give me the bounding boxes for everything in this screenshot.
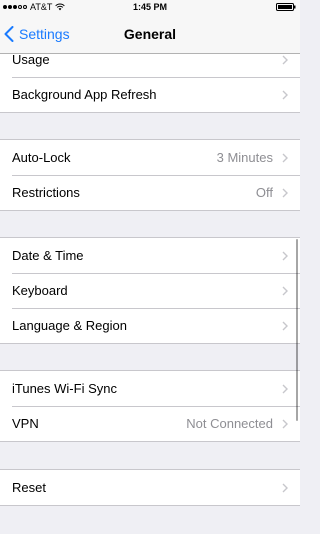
scroll-indicator[interactable] — [295, 239, 298, 421]
chevron-right-icon — [282, 286, 288, 295]
row-label: Language & Region — [12, 318, 127, 333]
chevron-right-icon — [282, 384, 288, 393]
row-value: Not Connected — [186, 416, 273, 431]
chevron-right-icon — [282, 483, 288, 492]
row-itunes-wifi-sync[interactable]: iTunes Wi-Fi Sync — [0, 371, 300, 406]
chevron-right-icon — [282, 55, 288, 64]
row-background-app-refresh[interactable]: Background App Refresh — [0, 77, 300, 112]
settings-group-locale: Date & Time Keyboard Language & Region — [0, 237, 300, 344]
row-keyboard[interactable]: Keyboard — [0, 273, 300, 308]
navigation-bar: Settings General — [0, 14, 300, 54]
chevron-right-icon — [282, 153, 288, 162]
row-restrictions[interactable]: Restrictions Off — [0, 175, 300, 210]
battery-icon — [276, 3, 296, 11]
row-label: Background App Refresh — [12, 87, 157, 102]
back-button[interactable]: Settings — [4, 14, 70, 54]
status-time: 1:45 PM — [132, 2, 167, 12]
row-label: Keyboard — [12, 283, 68, 298]
chevron-right-icon — [282, 251, 288, 260]
row-label: iTunes Wi-Fi Sync — [12, 381, 117, 396]
row-value: Off — [255, 185, 273, 200]
row-auto-lock[interactable]: Auto-Lock 3 Minutes — [0, 140, 300, 175]
row-label: Restrictions — [12, 185, 80, 200]
settings-group-reset: Reset — [0, 469, 300, 506]
chevron-right-icon — [282, 90, 288, 99]
row-label: Reset — [12, 480, 46, 495]
row-reset[interactable]: Reset — [0, 470, 300, 505]
row-value: 3 Minutes — [216, 150, 273, 165]
chevron-right-icon — [282, 188, 288, 197]
screen: AT&T 1:45 PM Settings General Usage Back… — [0, 0, 300, 534]
chevron-right-icon — [282, 321, 288, 330]
settings-list[interactable]: Usage Background App Refresh Auto-Lock 3… — [0, 54, 300, 534]
row-usage[interactable]: Usage — [0, 54, 300, 77]
row-label: Auto-Lock — [12, 150, 71, 165]
row-label: VPN — [12, 416, 39, 431]
settings-group-lock: Auto-Lock 3 Minutes Restrictions Off — [0, 139, 300, 211]
row-label: Usage — [12, 54, 50, 67]
row-vpn[interactable]: VPN Not Connected — [0, 406, 300, 441]
status-bar: AT&T 1:45 PM — [0, 0, 300, 14]
row-label: Date & Time — [12, 248, 84, 263]
settings-group-usage: Usage Background App Refresh — [0, 54, 300, 113]
settings-group-network: iTunes Wi-Fi Sync VPN Not Connected — [0, 370, 300, 442]
chevron-left-icon — [4, 26, 14, 42]
row-language-region[interactable]: Language & Region — [0, 308, 300, 343]
chevron-right-icon — [282, 419, 288, 428]
back-button-label: Settings — [19, 26, 70, 42]
row-date-time[interactable]: Date & Time — [0, 238, 300, 273]
